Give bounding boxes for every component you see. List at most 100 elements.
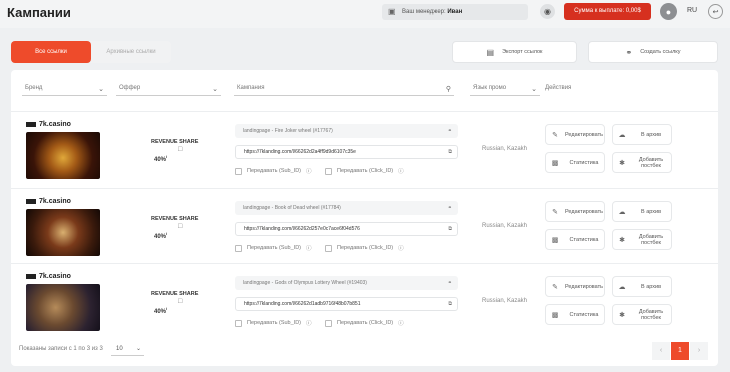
sub-id-checkbox[interactable]: Передавать (Sub_ID) ⓘ xyxy=(235,167,312,175)
url-value: https://7klanding.com/l/66262d1adb9716f4… xyxy=(244,301,361,307)
archive-icon: ☁ xyxy=(618,208,626,216)
statistics-button[interactable]: ▩ Статистика xyxy=(545,152,605,173)
archive-button[interactable]: ☁ В архив xyxy=(612,276,672,297)
table-row: 7k.casino REVENUE SHARE 40%i □ landingpa… xyxy=(11,111,718,185)
commission-percent: 40%i xyxy=(154,231,167,240)
actions-column-header: Действия xyxy=(545,85,572,91)
sub-id-checkbox[interactable]: Передавать (Sub_ID) ⓘ xyxy=(235,319,312,327)
info-icon: i xyxy=(166,154,168,159)
click-id-label: Передавать (Click_ID) xyxy=(337,168,394,174)
promo-thumbnail xyxy=(26,132,100,179)
click-id-checkbox[interactable]: Передавать (Click_ID) ⓘ xyxy=(325,244,404,252)
records-summary: Показаны записи с 1 по 3 из 3 xyxy=(19,346,103,352)
bar-chart-icon: ▩ xyxy=(551,159,559,167)
landing-label: landingpage - Fire Joker wheel (#17767) xyxy=(243,128,333,134)
top-bar: Кампании ▣ Ваш менеджер: Иван ◉ Сумма к … xyxy=(0,0,730,28)
copy-icon[interactable]: ⧉ xyxy=(448,298,452,310)
tracking-url-field[interactable]: https://7klanding.com/l/66262d2a4ff9d9d6… xyxy=(235,145,458,159)
link-icon[interactable]: ⚭ xyxy=(448,276,452,290)
payout-button[interactable]: Сумма к выплате: 0,00$ xyxy=(564,3,651,20)
copy-icon[interactable]: ⧉ xyxy=(448,223,452,235)
avatar[interactable]: ● xyxy=(660,3,677,20)
click-id-checkbox[interactable]: Передавать (Click_ID) ⓘ xyxy=(325,319,404,327)
checkbox[interactable] xyxy=(325,319,332,327)
create-label: Создать ссылку xyxy=(640,49,681,55)
brand-label: 7k.casino xyxy=(39,121,71,128)
next-page-button[interactable]: › xyxy=(690,342,708,360)
commission-model: REVENUE SHARE xyxy=(151,139,199,145)
copy-icon[interactable]: ⧉ xyxy=(448,146,452,158)
bar-chart-icon: ▩ xyxy=(551,311,559,319)
edit-button[interactable]: ✎ Редактировать xyxy=(545,124,605,145)
search-icon: ⚲ xyxy=(445,86,451,93)
bell-icon: ◉ xyxy=(544,7,551,16)
table-row: 7k.casino REVENUE SHARE 40%i □ landingpa… xyxy=(11,188,718,262)
link-icon[interactable]: ⚭ xyxy=(448,124,452,138)
brand-logo xyxy=(26,198,36,204)
commission-percent: 40%i xyxy=(154,306,167,315)
tab-all-links[interactable]: Все ссылки xyxy=(11,41,91,63)
logout-button[interactable]: ↩ xyxy=(708,4,723,19)
edit-button[interactable]: ✎ Редактировать xyxy=(545,201,605,222)
archive-button[interactable]: ☁ В архив xyxy=(612,201,672,222)
manager-info: ▣ Ваш менеджер: Иван xyxy=(382,4,528,20)
archive-button[interactable]: ☁ В архив xyxy=(612,124,672,145)
tracking-url-field[interactable]: https://7klanding.com/l/66262d257e0c7ace… xyxy=(235,222,458,236)
stats-label: Статистика xyxy=(569,236,599,243)
tracking-url-field[interactable]: https://7klanding.com/l/66262d1adb9716f4… xyxy=(235,297,458,311)
prev-page-button[interactable]: ‹ xyxy=(652,342,670,360)
checkbox[interactable] xyxy=(235,244,242,252)
promo-language-filter[interactable]: Язык промо ⌄ xyxy=(470,82,540,96)
info-icon: i xyxy=(166,306,168,311)
link-icon[interactable]: ⚭ xyxy=(448,201,452,215)
export-links-button[interactable]: ▤ Экспорт ссылок xyxy=(452,41,577,63)
statistics-button[interactable]: ▩ Статистика xyxy=(545,229,605,250)
sub-id-checkbox[interactable]: Передавать (Sub_ID) ⓘ xyxy=(235,244,312,252)
brand-logo xyxy=(26,273,36,279)
stats-label: Статистика xyxy=(569,311,599,318)
edit-button[interactable]: ✎ Редактировать xyxy=(545,276,605,297)
stats-label: Статистика xyxy=(569,159,599,166)
brand-filter[interactable]: Бренд ⌄ xyxy=(22,82,107,96)
landing-select[interactable]: landingpage - Gods of Olympus Lottery Wh… xyxy=(235,276,458,290)
promo-language-label: Язык промо xyxy=(473,85,507,91)
chevron-down-icon: ⌄ xyxy=(98,86,104,93)
info-icon: ⓘ xyxy=(306,169,312,175)
create-link-button[interactable]: ⚭ Создать ссылку xyxy=(588,41,718,63)
per-page-select[interactable]: 10 ⌄ xyxy=(111,343,144,356)
add-postback-button[interactable]: ✱ Добавить постбек xyxy=(612,229,672,250)
page-title: Кампании xyxy=(7,5,71,20)
checkbox[interactable] xyxy=(325,244,332,252)
click-id-checkbox[interactable]: Передавать (Click_ID) ⓘ xyxy=(325,167,404,175)
percent-value: 40% xyxy=(154,234,167,240)
add-postback-button[interactable]: ✱ Добавить постбек xyxy=(612,304,672,325)
edit-label: Редактировать xyxy=(565,208,603,215)
commission-model: REVENUE SHARE xyxy=(151,216,199,222)
checkbox[interactable] xyxy=(235,167,242,175)
offer-filter[interactable]: Оффер ⌄ xyxy=(116,82,221,96)
page-button-current[interactable]: 1 xyxy=(671,342,689,360)
comment-icon[interactable]: □ xyxy=(178,223,182,230)
notifications-button[interactable]: ◉ xyxy=(540,4,555,19)
click-id-label: Передавать (Click_ID) xyxy=(337,320,394,326)
checkbox[interactable] xyxy=(325,167,332,175)
table-row: 7k.casino REVENUE SHARE 40%i □ landingpa… xyxy=(11,263,718,337)
chat-icon: ▣ xyxy=(388,7,396,16)
comment-icon[interactable]: □ xyxy=(178,146,182,153)
landing-select[interactable]: landingpage - Book of Dead wheel (#17784… xyxy=(235,201,458,215)
link-tabs: Все ссылки Архивные ссылки xyxy=(11,41,171,63)
comment-icon[interactable]: □ xyxy=(178,298,182,305)
landing-select[interactable]: landingpage - Fire Joker wheel (#17767) ⚭ xyxy=(235,124,458,138)
click-id-label: Передавать (Click_ID) xyxy=(337,245,394,251)
add-postback-button[interactable]: ✱ Добавить постбек xyxy=(612,152,672,173)
language-switch[interactable]: RU xyxy=(687,7,697,14)
brand-name: 7k.casino xyxy=(26,273,71,280)
landing-label: landingpage - Book of Dead wheel (#17784… xyxy=(243,205,341,211)
puzzle-icon: ✱ xyxy=(619,236,625,244)
edit-label: Редактировать xyxy=(565,131,603,138)
statistics-button[interactable]: ▩ Статистика xyxy=(545,304,605,325)
pencil-icon: ✎ xyxy=(552,283,558,291)
campaign-search-input[interactable]: Кампания ⚲ xyxy=(234,82,454,96)
tab-archive-links[interactable]: Архивные ссылки xyxy=(91,41,171,63)
checkbox[interactable] xyxy=(235,319,242,327)
